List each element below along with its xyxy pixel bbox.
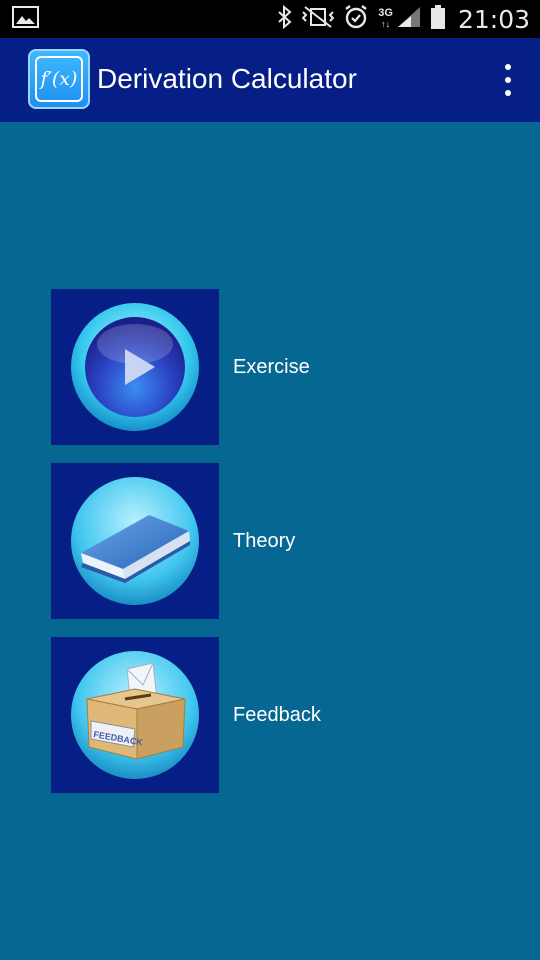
menu-item-theory[interactable]: Theory	[51, 463, 451, 619]
book-icon	[71, 477, 199, 605]
exercise-tile[interactable]	[51, 289, 219, 445]
image-notification-icon	[12, 6, 39, 33]
feedback-box-icon: FEEDBACK	[71, 651, 199, 779]
menu-label-theory: Theory	[233, 530, 296, 552]
status-bar: 3G ↑↓ 21:03	[0, 0, 540, 38]
play-icon	[71, 303, 199, 431]
status-time: 21:03	[457, 4, 530, 34]
more-vert-icon[interactable]	[498, 64, 518, 96]
menu-label-feedback: Feedback	[233, 704, 321, 726]
menu-item-exercise[interactable]: Exercise	[51, 289, 451, 445]
app-title: Derivation Calculator	[97, 63, 357, 94]
screen: 3G ↑↓ 21:03 f′(x) Derivation Calculator …	[0, 0, 540, 960]
action-bar: f′(x) Derivation Calculator	[0, 38, 540, 122]
alarm-icon	[343, 4, 369, 35]
app-icon-label: f′(x)	[35, 56, 83, 102]
menu-item-feedback[interactable]: FEEDBACK Feedback	[51, 637, 451, 793]
vibrate-icon	[301, 5, 335, 33]
signal-icon	[397, 6, 421, 33]
menu-label-exercise: Exercise	[233, 356, 310, 378]
battery-icon	[430, 4, 446, 35]
feedback-tile[interactable]: FEEDBACK	[51, 637, 219, 793]
theory-tile[interactable]	[51, 463, 219, 619]
bluetooth-icon	[277, 4, 293, 34]
network-type-icon: 3G ↑↓	[378, 7, 393, 30]
app-icon[interactable]: f′(x)	[28, 49, 90, 109]
